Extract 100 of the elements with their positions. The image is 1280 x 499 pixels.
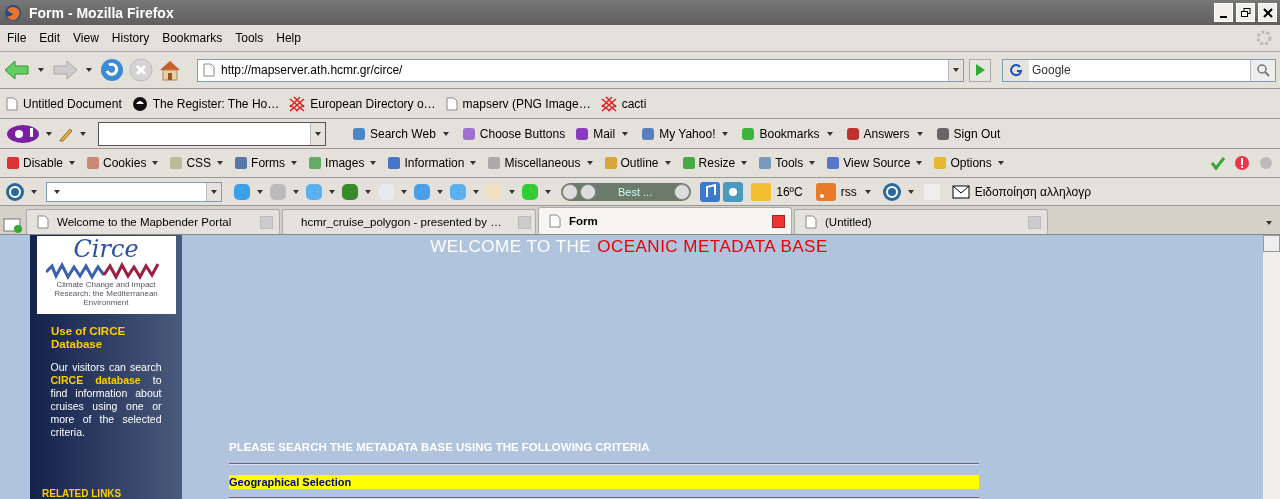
- toolbar-menu-button[interactable]: Resize: [681, 156, 751, 170]
- page-heading-highlight: OCEANIC METADATA BASE: [597, 237, 828, 257]
- new-tab-icon[interactable]: [2, 216, 24, 234]
- toolbar-icon: [603, 156, 618, 170]
- toolbar-icon: [461, 126, 476, 141]
- search-field[interactable]: Google: [1002, 58, 1276, 82]
- caret-icon[interactable]: [365, 189, 371, 194]
- menu-item[interactable]: Bookmarks: [162, 31, 223, 45]
- menu-item[interactable]: Tools: [235, 31, 264, 45]
- caret-icon[interactable]: [907, 189, 914, 194]
- caret-icon[interactable]: [46, 131, 52, 136]
- tab-label: Welcome to the Mapbender Portal: [57, 216, 232, 228]
- caret-icon[interactable]: [86, 68, 92, 72]
- history-dropdown-button[interactable]: [948, 59, 963, 81]
- caret-icon[interactable]: [437, 189, 443, 194]
- sidebar-paragraph: Our visitors can search CIRCE database to find information about cruises using one or more of the selected criteria.: [50, 361, 162, 439]
- media-player[interactable]: Best ...: [561, 182, 692, 201]
- toolbar-menu-button[interactable]: Miscellaneous: [487, 156, 596, 170]
- bookmark-item[interactable]: mapserv (PNG Image…: [445, 96, 591, 111]
- toolbar-button[interactable]: Choose Buttons: [461, 126, 566, 141]
- reload-icon[interactable]: [100, 58, 124, 82]
- toolbar-button[interactable]: Bookmarks: [741, 126, 836, 141]
- checkmark-icon[interactable]: [1210, 155, 1226, 171]
- toolbar-menu-button[interactable]: Forms: [234, 156, 301, 170]
- crosshatch-icon: [289, 95, 306, 112]
- caret-icon[interactable]: [509, 189, 515, 194]
- bookmark-item[interactable]: European Directory o…: [289, 95, 436, 112]
- toolbar-menu-button[interactable]: CSS: [169, 156, 227, 170]
- go-button[interactable]: [969, 58, 991, 82]
- browser-tab[interactable]: (Untitled): [794, 209, 1048, 234]
- toolbar-icon: [758, 156, 773, 170]
- menu-item[interactable]: Edit: [39, 31, 61, 45]
- page-icon: [445, 96, 458, 111]
- close-tab-button[interactable]: [772, 214, 785, 228]
- feed-button[interactable]: rss: [815, 182, 874, 201]
- minimize-button[interactable]: [1214, 3, 1233, 22]
- toolbar-button[interactable]: My Yahoo!: [641, 126, 732, 141]
- yahoo-logo-icon[interactable]: [6, 123, 40, 144]
- caret-icon[interactable]: [257, 189, 263, 194]
- menu-item[interactable]: File: [7, 31, 27, 45]
- mail-notifier[interactable]: Ειδοποίηση αλληλογρ: [951, 184, 1091, 199]
- toolbar-menu-button[interactable]: Cookies: [86, 156, 162, 170]
- search-engine-button[interactable]: [1003, 59, 1029, 81]
- toolbar-icon: [352, 126, 366, 141]
- dropdown-button[interactable]: [310, 122, 325, 145]
- menu-item[interactable]: View: [73, 31, 99, 45]
- search-button[interactable]: [1250, 59, 1275, 81]
- bookmark-item[interactable]: cacti: [600, 95, 647, 112]
- browser-tab[interactable]: hcmr_cruise_polygon - presented by …: [282, 209, 536, 234]
- sun-icon: [751, 182, 772, 201]
- addon-icon[interactable]: [341, 182, 359, 201]
- toolbar-icon: [933, 156, 948, 170]
- tab-label: hcmr_cruise_polygon - presented by …: [301, 216, 502, 228]
- caret-icon[interactable]: [545, 189, 551, 194]
- addon-icon[interactable]: [413, 182, 431, 201]
- scroll-up-button[interactable]: [1263, 235, 1280, 252]
- status-dot-icon[interactable]: [1258, 155, 1274, 171]
- toolbar-menu-button[interactable]: Tools: [758, 156, 819, 170]
- toolbar-menu-button[interactable]: Options: [933, 156, 1007, 170]
- rss-icon: [815, 182, 836, 201]
- home-icon[interactable]: [158, 58, 182, 82]
- toolbar-menu-button[interactable]: Outline: [603, 156, 674, 170]
- caret-icon[interactable]: [80, 131, 86, 136]
- toolbar-button[interactable]: Answers: [845, 126, 926, 141]
- caret-icon[interactable]: [401, 189, 407, 194]
- globe-icon[interactable]: [5, 181, 25, 202]
- restore-button[interactable]: [1236, 3, 1255, 22]
- toolbar-icon: [641, 126, 656, 141]
- music-icon[interactable]: [700, 181, 721, 202]
- caret-icon[interactable]: [293, 189, 299, 194]
- weather-widget[interactable]: 16ºC: [751, 182, 803, 201]
- globe-icon[interactable]: [881, 181, 902, 202]
- scrollbar[interactable]: [1263, 235, 1280, 499]
- toolbar-menu-button[interactable]: Images: [308, 156, 380, 170]
- error-icon[interactable]: [1234, 155, 1250, 171]
- back-arrow-icon[interactable]: [4, 59, 30, 81]
- toolbar-menu-button[interactable]: Disable: [6, 156, 79, 170]
- addon-icon[interactable]: [233, 182, 251, 201]
- browser-tab[interactable]: Form: [538, 207, 792, 234]
- play-icon: [974, 63, 986, 77]
- caret-icon[interactable]: [473, 189, 479, 194]
- address-field[interactable]: http://mapserver.ath.hcmr.gr/circe/: [197, 58, 964, 82]
- toolbar-button[interactable]: Search Web: [352, 126, 452, 141]
- bookmark-item[interactable]: Untitled Document: [6, 96, 122, 111]
- bookmark-item[interactable]: The Register: The Ho…: [131, 95, 280, 112]
- caret-icon[interactable]: [329, 189, 335, 194]
- menu-item[interactable]: History: [111, 31, 150, 45]
- toolbar-icon: [575, 126, 590, 141]
- toolbar-button[interactable]: Sign Out: [935, 126, 1001, 141]
- browser-tab[interactable]: Welcome to the Mapbender Portal: [26, 209, 280, 234]
- toolbar-icon: [487, 156, 502, 170]
- search-field[interactable]: [46, 181, 222, 202]
- toolbar-menu-button[interactable]: View Source: [826, 156, 926, 170]
- menu-item[interactable]: Help: [276, 31, 301, 45]
- caret-icon[interactable]: [31, 189, 37, 194]
- caret-icon[interactable]: [38, 68, 44, 72]
- close-button[interactable]: [1258, 3, 1277, 22]
- toolbar-button[interactable]: Mail: [575, 126, 632, 141]
- toolbar-menu-button[interactable]: Information: [387, 156, 480, 170]
- tab-label: Form: [569, 215, 598, 227]
